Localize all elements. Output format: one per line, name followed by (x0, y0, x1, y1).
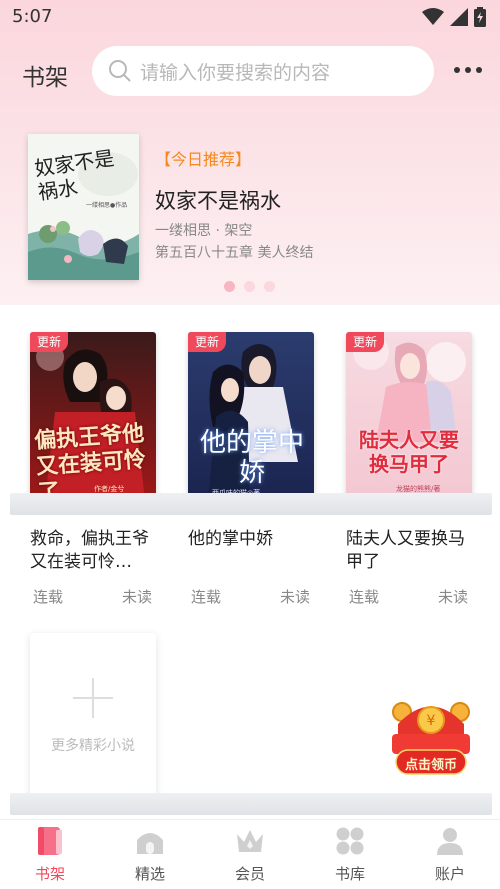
book-cover-title: 陆夫人又要换马甲了 (359, 428, 459, 476)
update-badge: 更新 (188, 332, 227, 352)
account-icon (437, 828, 463, 855)
shelf-board (10, 493, 492, 515)
crown-icon (237, 830, 263, 852)
book-cover[interactable]: 偏执王爷他又在装可怜了 作者/金兮 更新 (30, 332, 156, 500)
claim-coins-label: 点击领币 (404, 758, 457, 773)
book-read-state: 未读 (438, 588, 469, 606)
banner-author: 一缕相思 · 架空 (155, 223, 253, 239)
page-title: 书架 (22, 65, 68, 91)
library-icon (336, 827, 364, 855)
nav-label: 会员 (234, 865, 265, 883)
book-cover-title: 偏执王爷他又在装可怜了 (33, 420, 147, 500)
book-read-state: 未读 (280, 588, 311, 606)
book-title[interactable]: 陆夫人又要换马甲了 (346, 528, 474, 574)
banner-title: 奴家不是祸水 (155, 189, 281, 213)
bookshelf-icon (38, 827, 62, 855)
signal-icon (450, 8, 468, 26)
update-badge: 更新 (30, 332, 69, 352)
banner-chapter: 第五百八十五章 美人终结 (155, 245, 314, 261)
plus-icon (73, 678, 113, 718)
update-badge: 更新 (346, 332, 385, 352)
search-placeholder: 请输入你要搜索的内容 (140, 61, 331, 84)
book-cover-title: 他的掌中娇 (200, 428, 305, 488)
claim-coins-widget[interactable]: ¥ 点击领币 (388, 694, 474, 778)
book-cover[interactable]: 他的掌中娇 西瓜味的猫◎著 更新 (188, 332, 314, 500)
nav-label: 书架 (34, 865, 65, 883)
book-read-state: 未读 (122, 588, 153, 606)
carousel-dot[interactable] (264, 281, 275, 292)
wifi-icon (422, 8, 444, 25)
nav-label: 精选 (134, 865, 165, 883)
shelf-board (10, 793, 492, 815)
svg-text:¥: ¥ (427, 713, 436, 729)
banner-tag: 【今日推荐】 (155, 150, 252, 169)
book-status: 连载 (33, 588, 64, 606)
nav-library[interactable]: 书库 (300, 820, 400, 889)
nav-bookshelf[interactable]: 书架 (0, 820, 100, 889)
more-novels-card[interactable]: 更多精彩小说 (30, 633, 156, 800)
status-time: 5:07 (12, 6, 53, 27)
recommendation-banner[interactable]: 奴家不是祸水 一缕相思●作品 【今日推荐】 奴家不是祸水 一缕相思 · 架空 第… (0, 130, 500, 300)
nav-label: 书库 (334, 865, 365, 883)
book-status: 连载 (349, 588, 380, 606)
search-icon (109, 60, 131, 82)
nav-vip[interactable]: 会员 (200, 820, 300, 889)
header: 书架 请输入你要搜索的内容 (0, 46, 500, 98)
status-icons (422, 6, 486, 28)
banner-cover-author: 一缕相思●作品 (86, 202, 128, 209)
more-novels-label: 更多精彩小说 (51, 738, 135, 754)
book-title[interactable]: 救命，偏执王爷又在装可怜… (30, 528, 158, 574)
nav-featured[interactable]: 精选 (100, 820, 200, 889)
bottom-navigation: 书架 精选 会员 书库 账户 (0, 819, 500, 889)
nav-account[interactable]: 账户 (400, 820, 500, 889)
carousel-dots (224, 281, 275, 292)
status-bar: 5:07 (0, 0, 500, 34)
book-title[interactable]: 他的掌中娇 (188, 528, 316, 551)
book-status: 连载 (191, 588, 222, 606)
battery-icon (474, 7, 486, 27)
more-options-icon[interactable] (454, 64, 482, 76)
carousel-dot[interactable] (244, 281, 255, 292)
search-bar[interactable]: 请输入你要搜索的内容 (92, 46, 434, 96)
carousel-dot[interactable] (224, 281, 235, 292)
featured-icon (137, 833, 163, 854)
nav-label: 账户 (434, 865, 465, 883)
banner-book-cover[interactable]: 奴家不是祸水 一缕相思●作品 (28, 134, 139, 280)
book-cover[interactable]: 陆夫人又要换马甲了 龙猫的熊熊/著 更新 (346, 332, 472, 500)
